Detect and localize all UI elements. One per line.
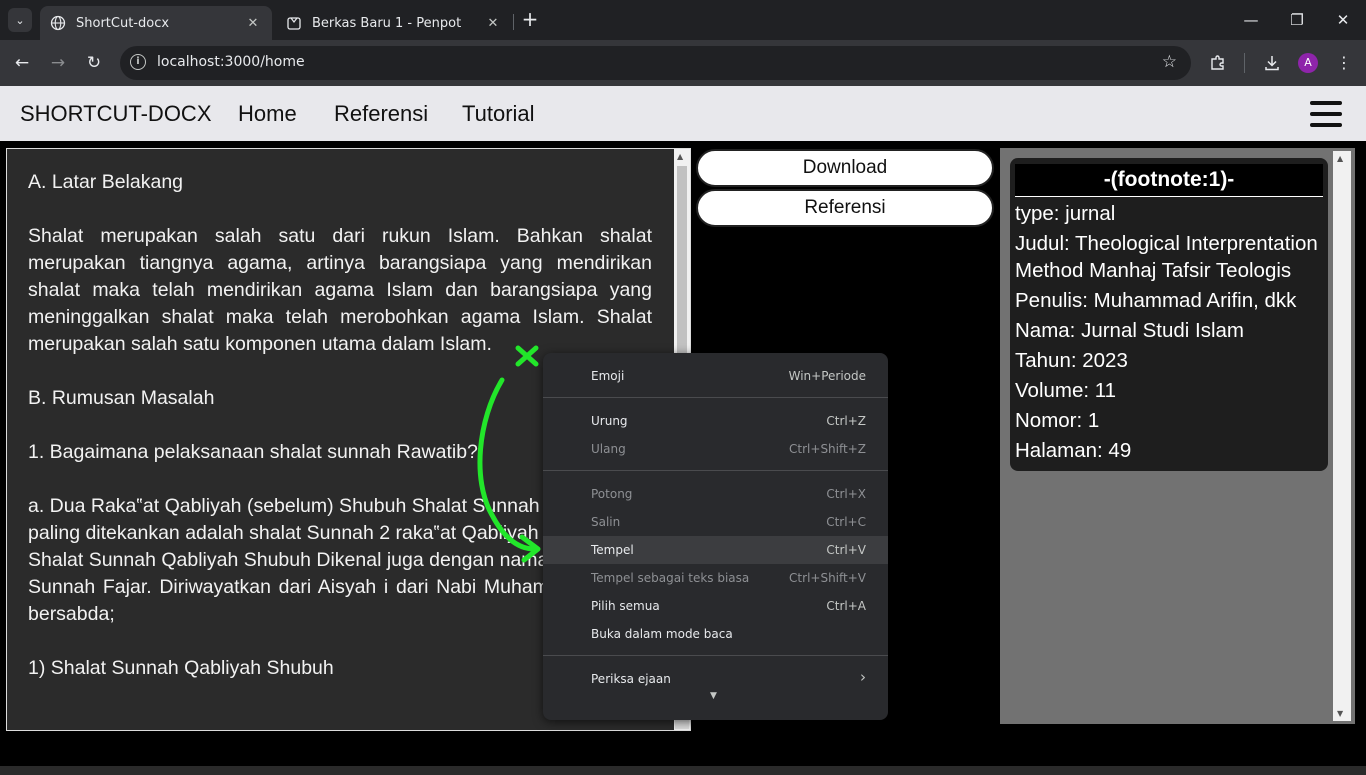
scroll-down-icon[interactable]: ▼ bbox=[1337, 709, 1343, 718]
brand-logo[interactable]: SHORTCUT-DOCX bbox=[20, 101, 212, 127]
tab-penpot[interactable]: Berkas Baru 1 - Penpot ✕ bbox=[276, 6, 512, 40]
menu-item-shortcut: Ctrl+Z bbox=[826, 414, 866, 428]
reference-scrollbar[interactable]: ▲ ▼ bbox=[1333, 151, 1351, 721]
tab-shortcut-docx[interactable]: ShortCut-docx ✕ bbox=[40, 6, 272, 40]
reference-line: Halaman: 49 bbox=[1015, 439, 1132, 462]
url-text[interactable]: localhost:3000/home bbox=[157, 54, 305, 70]
menu-divider bbox=[543, 655, 888, 656]
referensi-button[interactable]: Referensi bbox=[696, 189, 994, 227]
menu-item-label: Potong bbox=[591, 487, 633, 501]
kebab-icon[interactable]: ⋮ bbox=[1332, 51, 1356, 75]
menu-item-label: Ulang bbox=[591, 442, 626, 456]
menu-item-emoji[interactable]: Emoji Win+Periode bbox=[543, 362, 888, 390]
reference-line: Penulis: Muhammad Arifin, dkk bbox=[1015, 289, 1297, 312]
menu-item-label: Buka dalam mode baca bbox=[591, 627, 733, 641]
extensions-icon[interactable] bbox=[1206, 51, 1230, 75]
tab-title: ShortCut-docx bbox=[76, 15, 170, 31]
menu-item-salin[interactable]: Salin Ctrl+C bbox=[543, 508, 888, 536]
menu-item-tempel-teks-biasa[interactable]: Tempel sebagai teks biasa Ctrl+Shift+V bbox=[543, 564, 888, 592]
menu-item-label: Urung bbox=[591, 414, 628, 428]
menu-item-shortcut: Ctrl+C bbox=[826, 515, 866, 529]
menu-item-label: Periksa ejaan bbox=[591, 672, 671, 686]
resize-handle[interactable] bbox=[675, 719, 689, 729]
reference-line: Judul: Theological Interprentation bbox=[1015, 232, 1318, 255]
chevron-down-icon[interactable]: ▼ bbox=[710, 691, 717, 701]
nav-tutorial[interactable]: Tutorial bbox=[462, 101, 535, 127]
scroll-up-icon[interactable]: ▲ bbox=[677, 152, 683, 161]
penpot-icon bbox=[286, 15, 302, 31]
forward-icon[interactable]: → bbox=[46, 51, 70, 75]
scroll-up-icon[interactable]: ▲ bbox=[1337, 154, 1343, 163]
close-icon[interactable]: ✕ bbox=[484, 16, 502, 31]
close-icon[interactable]: ✕ bbox=[244, 16, 262, 31]
bottom-strip bbox=[0, 766, 1366, 775]
scrollbar-thumb[interactable] bbox=[677, 166, 687, 366]
download-icon[interactable] bbox=[1260, 51, 1284, 75]
address-bar[interactable]: i localhost:3000/home ☆ bbox=[120, 46, 1191, 80]
menu-item-label: Tempel bbox=[591, 543, 634, 557]
avatar[interactable]: A bbox=[1298, 53, 1318, 73]
hamburger-icon[interactable] bbox=[1310, 101, 1342, 127]
menu-item-periksa-ejaan[interactable]: Periksa ejaan › bbox=[543, 665, 888, 693]
plus-icon[interactable]: + bbox=[520, 9, 540, 30]
nav-home[interactable]: Home bbox=[238, 101, 297, 127]
reference-card: -(footnote:1)- type: jurnal Judul: Theol… bbox=[1010, 158, 1328, 471]
minimize-icon[interactable]: — bbox=[1228, 8, 1274, 32]
reference-line: Nomor: 1 bbox=[1015, 409, 1100, 432]
reload-icon[interactable]: ↻ bbox=[82, 51, 106, 75]
tab-divider bbox=[513, 14, 514, 30]
menu-item-shortcut: Ctrl+X bbox=[826, 487, 866, 501]
download-button[interactable]: Download bbox=[696, 149, 994, 187]
reference-line: Tahun: 2023 bbox=[1015, 349, 1128, 372]
back-icon[interactable]: ← bbox=[10, 51, 34, 75]
menu-item-mode-baca[interactable]: Buka dalam mode baca bbox=[543, 620, 888, 648]
reference-line: Method Manhaj Tafsir Teologis bbox=[1015, 259, 1292, 282]
menu-item-shortcut: Ctrl+Shift+Z bbox=[789, 442, 866, 456]
browser-tab-bar: ⌄ ShortCut-docx ✕ Berkas Baru 1 - Penpot… bbox=[0, 0, 1366, 40]
restore-icon[interactable]: ❐ bbox=[1274, 8, 1320, 32]
reference-line: Volume: 11 bbox=[1015, 379, 1117, 402]
menu-item-pilih-semua[interactable]: Pilih semua Ctrl+A bbox=[543, 592, 888, 620]
globe-icon bbox=[50, 15, 66, 31]
tab-search-icon[interactable]: ⌄ bbox=[8, 8, 32, 32]
reference-title: -(footnote:1)- bbox=[1015, 164, 1323, 197]
star-icon[interactable]: ☆ bbox=[1162, 52, 1177, 72]
menu-item-tempel[interactable]: Tempel Ctrl+V bbox=[543, 536, 888, 564]
menu-divider bbox=[543, 397, 888, 398]
menu-item-label: Tempel sebagai teks biasa bbox=[591, 571, 750, 585]
menu-item-label: Salin bbox=[591, 515, 621, 529]
menu-item-potong[interactable]: Potong Ctrl+X bbox=[543, 480, 888, 508]
chevron-right-icon: › bbox=[860, 668, 866, 686]
context-menu: Emoji Win+Periode Urung Ctrl+Z Ulang Ctr… bbox=[543, 353, 888, 720]
menu-divider bbox=[543, 470, 888, 471]
browser-toolbar: ← → ↻ i localhost:3000/home ☆ ⋮ bbox=[0, 40, 1366, 86]
info-icon[interactable]: i bbox=[130, 54, 146, 70]
toolbar-divider bbox=[1244, 53, 1245, 73]
menu-item-ulang[interactable]: Ulang Ctrl+Shift+Z bbox=[543, 435, 888, 463]
menu-item-shortcut: Ctrl+V bbox=[826, 543, 866, 557]
menu-item-shortcut: Ctrl+Shift+V bbox=[789, 571, 866, 585]
menu-item-label: Emoji bbox=[591, 369, 625, 383]
reference-line: Nama: Jurnal Studi Islam bbox=[1015, 319, 1245, 342]
close-window-icon[interactable]: ✕ bbox=[1320, 8, 1366, 32]
menu-item-urung[interactable]: Urung Ctrl+Z bbox=[543, 407, 888, 435]
menu-item-shortcut: Win+Periode bbox=[788, 369, 866, 383]
app-navbar: SHORTCUT-DOCX Home Referensi Tutorial bbox=[0, 86, 1366, 141]
menu-item-label: Pilih semua bbox=[591, 599, 660, 613]
menu-item-shortcut: Ctrl+A bbox=[826, 599, 866, 613]
nav-referensi[interactable]: Referensi bbox=[334, 101, 428, 127]
reference-line: type: jurnal bbox=[1015, 202, 1116, 225]
tab-title: Berkas Baru 1 - Penpot bbox=[312, 15, 462, 31]
